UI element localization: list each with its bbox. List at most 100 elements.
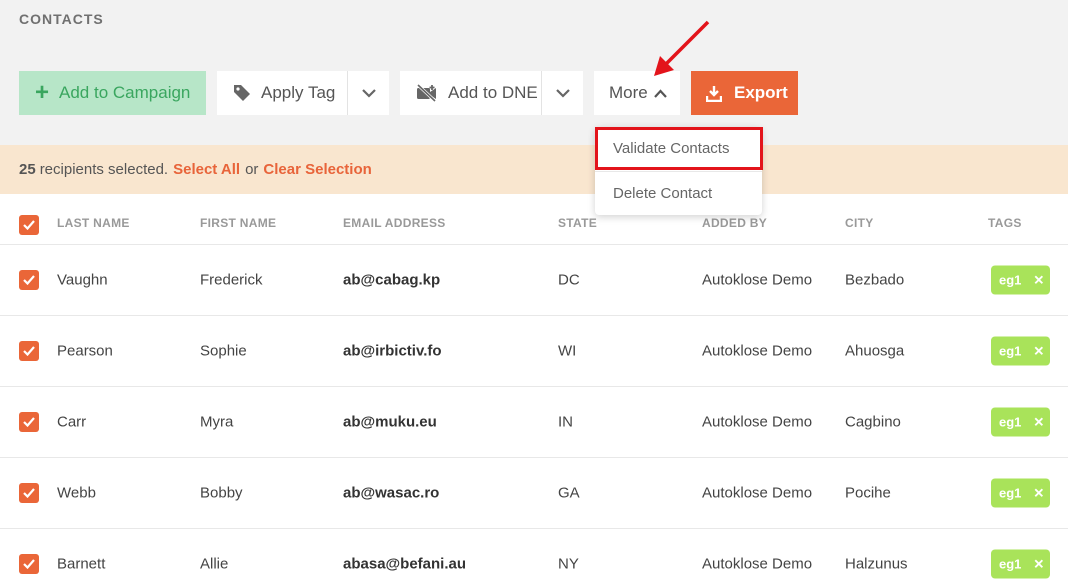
add-to-dne-group: Add to DNE (400, 71, 583, 115)
table-row[interactable]: Barnett Allie abasa@befani.au NY Autoklo… (0, 529, 1068, 586)
selection-bar: 25 recipients selected. Select All or Cl… (0, 145, 1068, 194)
cell-first-name: Frederick (200, 271, 263, 289)
cell-email: abasa@befani.au (343, 555, 467, 573)
cell-state: WI (558, 342, 577, 360)
cell-added-by: Autoklose Demo (702, 271, 813, 289)
apply-tag-label: Apply Tag (261, 83, 336, 102)
cell-email: ab@cabag.kp (343, 271, 441, 289)
remove-tag-icon[interactable]: ✕ (1033, 272, 1044, 288)
cell-city: Bezbado (845, 271, 905, 289)
menu-item-delete-contact[interactable]: Delete Contact (595, 171, 762, 215)
add-to-campaign-button[interactable]: + Add to Campaign (19, 71, 206, 115)
select-all-link[interactable]: Select All (173, 161, 240, 178)
check-icon (23, 559, 35, 569)
column-header-first-name[interactable]: FIRST NAME (200, 216, 276, 230)
cell-last-name: Pearson (57, 342, 113, 360)
page-title: CONTACTS (19, 11, 104, 27)
check-icon (23, 346, 35, 356)
table-row[interactable]: Carr Myra ab@muku.eu IN Autoklose Demo C… (0, 387, 1068, 458)
remove-tag-icon[interactable]: ✕ (1033, 343, 1044, 359)
cell-last-name: Barnett (57, 555, 106, 573)
column-header-state[interactable]: STATE (558, 216, 597, 230)
cell-state: NY (558, 555, 579, 573)
tag-label: eg1 (999, 556, 1022, 572)
column-header-tags[interactable]: TAGS (988, 216, 1022, 230)
remove-tag-icon[interactable]: ✕ (1033, 556, 1044, 572)
chevron-down-icon (361, 88, 376, 98)
row-checkbox[interactable] (19, 341, 39, 361)
cell-city: Cagbino (845, 413, 901, 431)
cell-added-by: Autoklose Demo (702, 555, 813, 573)
or-text: or (245, 161, 259, 178)
selection-text: recipients selected. (39, 161, 169, 178)
chevron-up-icon (653, 88, 667, 98)
cell-last-name: Vaughn (57, 271, 108, 289)
cell-last-name: Carr (57, 413, 87, 431)
export-label: Export (734, 83, 788, 102)
contacts-table: LAST NAME FIRST NAME EMAIL ADDRESS STATE… (0, 194, 1068, 586)
plus-icon: + (35, 79, 50, 106)
row-checkbox[interactable] (19, 270, 39, 290)
check-icon (23, 488, 35, 498)
remove-tag-icon[interactable]: ✕ (1033, 414, 1044, 430)
table-row[interactable]: Vaughn Frederick ab@cabag.kp DC Autoklos… (0, 245, 1068, 316)
column-header-email[interactable]: EMAIL ADDRESS (343, 216, 446, 230)
table-row[interactable]: Pearson Sophie ab@irbictiv.fo WI Autoklo… (0, 316, 1068, 387)
cell-first-name: Sophie (200, 342, 247, 360)
cell-added-by: Autoklose Demo (702, 342, 813, 360)
video-off-icon (416, 84, 437, 102)
cell-city: Pocihe (845, 484, 891, 502)
apply-tag-group: Apply Tag (217, 71, 389, 115)
add-to-dne-dropdown-toggle[interactable] (541, 71, 583, 115)
remove-tag-icon[interactable]: ✕ (1033, 485, 1044, 501)
cell-email: ab@muku.eu (343, 413, 437, 431)
cell-added-by: Autoklose Demo (702, 484, 813, 502)
tag-badge: eg1 ✕ (991, 549, 1050, 579)
add-to-campaign-label: Add to Campaign (59, 83, 191, 102)
tag-label: eg1 (999, 485, 1022, 501)
tag-badge: eg1 ✕ (991, 478, 1050, 508)
cell-first-name: Myra (200, 413, 234, 431)
cell-state: GA (558, 484, 580, 502)
clear-selection-link[interactable]: Clear Selection (263, 161, 371, 178)
check-icon (23, 220, 35, 230)
cell-email: ab@irbictiv.fo (343, 342, 442, 360)
tag-label: eg1 (999, 343, 1022, 359)
tag-label: eg1 (999, 272, 1022, 288)
tag-icon (234, 85, 250, 101)
cell-city: Halzunus (845, 555, 908, 573)
add-to-dne-button[interactable]: Add to DNE (400, 71, 541, 115)
tag-badge: eg1 ✕ (991, 407, 1050, 437)
cell-state: IN (558, 413, 573, 431)
column-header-city[interactable]: CITY (845, 216, 874, 230)
check-icon (23, 417, 35, 427)
column-header-last-name[interactable]: LAST NAME (57, 216, 130, 230)
row-checkbox[interactable] (19, 412, 39, 432)
chevron-down-icon (555, 88, 570, 98)
more-dropdown-menu: Validate Contacts Delete Contact (595, 127, 763, 215)
cell-added-by: Autoklose Demo (702, 413, 813, 431)
selected-count: 25 (19, 161, 36, 178)
cell-email: ab@wasac.ro (343, 484, 440, 502)
cell-city: Ahuosga (845, 342, 905, 360)
tag-label: eg1 (999, 414, 1022, 430)
table-row[interactable]: Webb Bobby ab@wasac.ro GA Autoklose Demo… (0, 458, 1068, 529)
cell-first-name: Bobby (200, 484, 243, 502)
annotation-arrow-icon (654, 20, 710, 76)
add-to-dne-label: Add to DNE (448, 83, 538, 102)
cell-first-name: Allie (200, 555, 229, 573)
tag-badge: eg1 ✕ (991, 265, 1050, 295)
table-header: LAST NAME FIRST NAME EMAIL ADDRESS STATE… (0, 194, 1068, 245)
more-label: More (609, 83, 648, 102)
cell-last-name: Webb (57, 484, 96, 502)
select-all-checkbox[interactable] (19, 215, 39, 235)
apply-tag-button[interactable]: Apply Tag (217, 71, 347, 115)
tag-badge: eg1 ✕ (991, 336, 1050, 366)
row-checkbox[interactable] (19, 483, 39, 503)
check-icon (23, 275, 35, 285)
row-checkbox[interactable] (19, 554, 39, 574)
cell-state: DC (558, 271, 580, 289)
column-header-added-by[interactable]: ADDED BY (702, 216, 767, 230)
menu-item-validate-contacts[interactable]: Validate Contacts (595, 127, 763, 170)
apply-tag-dropdown-toggle[interactable] (347, 71, 389, 115)
